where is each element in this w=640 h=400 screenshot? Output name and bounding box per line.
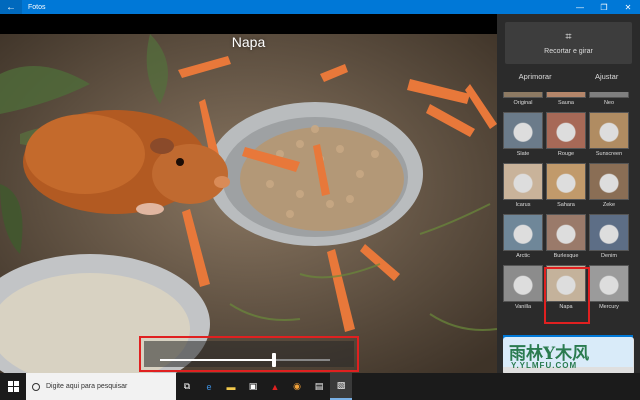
file-explorer-icon[interactable]: ▬ <box>220 373 242 400</box>
filter-thumbnail <box>589 112 629 149</box>
filter-icarus[interactable]: Icarus <box>503 163 543 208</box>
filter-thumbnail <box>503 214 543 251</box>
filter-thumbnail <box>503 112 543 149</box>
top-band <box>0 14 497 34</box>
crop-rotate-button[interactable]: ⌗ Recortar e girar <box>505 22 632 64</box>
close-button[interactable]: ✕ <box>616 0 640 14</box>
filter-thumbnail <box>503 163 543 200</box>
minimize-button[interactable]: — <box>568 0 592 14</box>
filter-sunscreen[interactable]: Sunscreen <box>589 112 629 157</box>
chrome-icon[interactable]: ◉ <box>286 373 308 400</box>
store-icon[interactable]: ▣ <box>242 373 264 400</box>
filter-name: Sahara <box>557 202 575 208</box>
edge-icon[interactable]: e <box>198 373 220 400</box>
filter-thumbnail <box>589 92 629 98</box>
filter-name: Burlesque <box>553 253 579 259</box>
photos-icon[interactable]: ▧ <box>330 373 352 400</box>
filter-arctic[interactable]: Arctic <box>503 214 543 259</box>
sticky-icon[interactable]: ▤ <box>308 373 330 400</box>
back-button[interactable]: ← <box>0 0 22 14</box>
filter-name: Sauna <box>558 100 574 106</box>
filter-sauna[interactable]: Sauna <box>546 92 586 106</box>
filter-name: Neo <box>603 100 615 106</box>
filter-original[interactable]: Original <box>503 92 543 106</box>
photo-canvas[interactable] <box>0 34 497 373</box>
filter-thumbnail <box>503 265 543 302</box>
filter-name: Zeke <box>602 202 616 208</box>
window-title: Fotos <box>28 3 46 11</box>
tab-enhance[interactable]: Aprimorar <box>519 72 552 86</box>
filter-thumbnail <box>589 163 629 200</box>
selected-filter-highlight <box>544 267 590 324</box>
cortana-icon <box>32 382 40 391</box>
filter-slate[interactable]: Slate <box>503 112 543 157</box>
photo-image <box>0 34 497 373</box>
filter-thumbnail <box>546 214 586 251</box>
intensity-slider-highlight <box>139 336 359 372</box>
task-view-icon[interactable]: ⧉ <box>176 373 198 400</box>
filter-thumbnail <box>546 92 586 98</box>
filter-thumbnail <box>546 163 586 200</box>
filter-title: Napa <box>231 34 266 50</box>
filter-neo[interactable]: Neo <box>589 92 629 106</box>
title-bar: ← Fotos — ❐ ✕ <box>0 0 640 14</box>
maximize-button[interactable]: ❐ <box>592 0 616 14</box>
start-button[interactable] <box>0 373 26 400</box>
intensity-slider-thumb[interactable] <box>271 353 276 367</box>
photos-window: ← Fotos — ❐ ✕ Napa ⌗ Recortar e girar Ap… <box>0 0 640 400</box>
filter-name: Original <box>513 100 533 106</box>
intensity-slider-fill <box>160 359 274 361</box>
filter-vanilla[interactable]: Vanilla <box>503 265 543 310</box>
crop-icon: ⌗ <box>565 31 572 43</box>
taskbar-search[interactable]: Digite aqui para pesquisar <box>26 373 176 400</box>
filter-thumbnail <box>503 92 543 98</box>
maximize-icon: ❐ <box>600 2 608 12</box>
edit-tabs: Aprimorar Ajustar <box>497 72 640 86</box>
windows-icon <box>7 381 19 392</box>
filter-name: Vanilla <box>514 304 532 310</box>
filter-rouge[interactable]: Rouge <box>546 112 586 157</box>
filter-name: Denim <box>601 253 617 259</box>
filter-thumbnail <box>589 214 629 251</box>
minimize-icon: — <box>576 2 584 12</box>
back-arrow-icon: ← <box>6 1 16 13</box>
watermark-url: Y.YLMFU.COM <box>511 361 578 370</box>
filter-zeke[interactable]: Zeke <box>589 163 629 208</box>
filter-sahara[interactable]: Sahara <box>546 163 586 208</box>
filter-denim[interactable]: Denim <box>589 214 629 259</box>
filter-burlesque[interactable]: Burlesque <box>546 214 586 259</box>
filter-thumbnail <box>589 265 629 302</box>
acrobat-icon[interactable]: ▲ <box>264 373 286 400</box>
intensity-slider-panel <box>144 341 354 367</box>
taskbar: Digite aqui para pesquisar ⧉ e ▬ ▣ ▲ ◉ ▤… <box>0 373 640 400</box>
tab-adjust[interactable]: Ajustar <box>595 72 618 86</box>
close-icon: ✕ <box>624 2 632 12</box>
filter-mercury[interactable]: Mercury <box>589 265 629 310</box>
filter-name: Slate <box>516 151 530 157</box>
search-placeholder: Digite aqui para pesquisar <box>46 383 128 390</box>
filter-name: Arctic <box>516 253 530 259</box>
watermark-logo: 雨林Y木风 Y.YLMFU.COM <box>503 337 634 375</box>
intensity-slider-track[interactable] <box>160 353 330 367</box>
crop-rotate-label: Recortar e girar <box>544 48 593 55</box>
filter-name: Rouge <box>557 151 575 157</box>
filter-name: Sunscreen <box>595 151 623 157</box>
filter-name: Mercury <box>599 304 619 310</box>
filter-thumbnail <box>546 112 586 149</box>
filter-name: Icarus <box>515 202 531 208</box>
